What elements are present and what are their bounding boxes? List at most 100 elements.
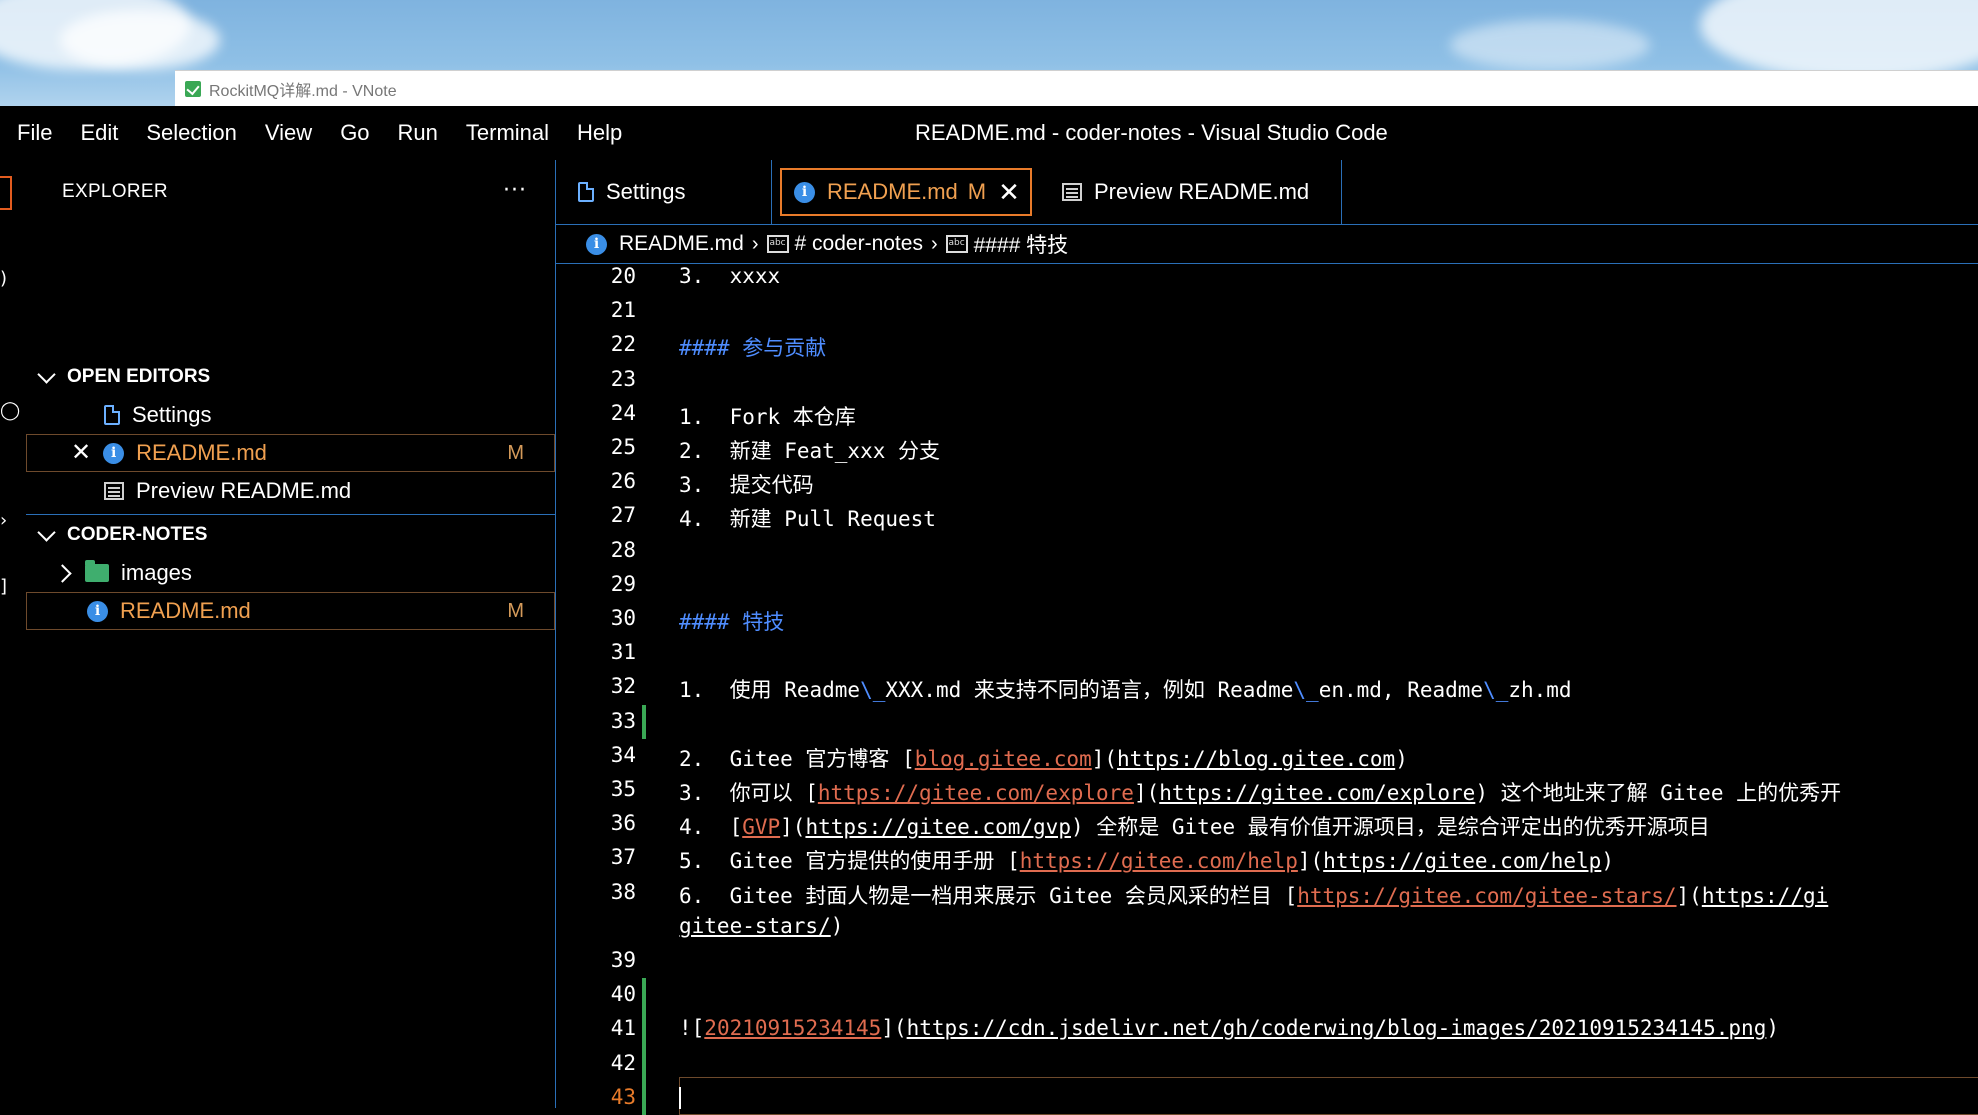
- open-editors-section[interactable]: OPEN EDITORS: [26, 358, 555, 396]
- menu-bar: File Edit Selection View Go Run Terminal…: [0, 106, 636, 160]
- explorer-activity-icon[interactable]: [0, 176, 12, 210]
- line-number: 26: [610, 469, 636, 494]
- open-editor-settings[interactable]: Settings: [26, 396, 555, 434]
- code-line[interactable]: 3. 你可以 [https://gitee.com/explore](https…: [679, 777, 1841, 807]
- vnote-window-title: RockitMQ详解.md - VNote: [209, 83, 397, 100]
- menu-help[interactable]: Help: [563, 106, 636, 160]
- line-number: 38: [610, 879, 636, 904]
- code-line[interactable]: #### 特技: [679, 606, 784, 636]
- settings-file-icon: [578, 182, 594, 202]
- chevron-right-icon: ›: [751, 232, 759, 255]
- line-number: 24: [610, 400, 636, 425]
- breadcrumb: i README.md › abc # coder-notes › abc ##…: [556, 225, 1978, 264]
- tree-item-label: README.md: [120, 598, 251, 623]
- more-actions-icon[interactable]: ···: [503, 178, 527, 203]
- code-line[interactable]: 4. 新建 Pull Request: [679, 503, 936, 533]
- settings-file-icon: [104, 405, 120, 425]
- coder-notes-section[interactable]: CODER-NOTES: [26, 516, 555, 554]
- tab-label: Preview README.md: [1094, 179, 1310, 204]
- menu-run[interactable]: Run: [384, 106, 452, 160]
- tab-bar: Settings i README.md M ✕ Preview README.…: [556, 160, 1978, 225]
- chevron-down-icon: [37, 522, 56, 542]
- menu-edit[interactable]: Edit: [66, 106, 132, 160]
- text-caret: [679, 1086, 681, 1109]
- info-icon: i: [586, 233, 607, 255]
- code-line[interactable]: ![20210915234145](https://cdn.jsdelivr.n…: [679, 1016, 1779, 1040]
- code-line[interactable]: 2. Gitee 官方博客 [blog.gitee.com](https://b…: [679, 743, 1408, 773]
- tree-item-images[interactable]: images: [26, 554, 555, 592]
- vnote-window-titlebar[interactable]: RockitMQ详解.md - VNote: [175, 70, 1978, 107]
- code-line[interactable]: #### 参与贡献: [679, 332, 826, 362]
- open-editor-label: Settings: [132, 402, 212, 427]
- activity-bar: ) ◯ › ]: [0, 160, 27, 1108]
- line-number: 35: [610, 777, 636, 801]
- open-editor-preview-readme[interactable]: Preview README.md: [26, 472, 555, 510]
- title-bar: File Edit Selection View Go Run Terminal…: [0, 106, 1978, 161]
- open-editors-label: OPEN EDITORS: [67, 366, 211, 387]
- images-folder-icon: [85, 560, 109, 582]
- menu-terminal[interactable]: Terminal: [452, 106, 563, 160]
- code-line[interactable]: 4. [GVP](https://gitee.com/gvp) 全称是 Gite…: [679, 811, 1710, 841]
- tab-settings[interactable]: Settings: [556, 160, 772, 224]
- gutter-change-marker[interactable]: [642, 978, 646, 1115]
- modified-badge: M: [967, 179, 987, 204]
- info-icon: i: [103, 442, 125, 464]
- code-line[interactable]: 3. xxxx: [679, 264, 780, 288]
- search-activity-icon[interactable]: ): [0, 268, 7, 289]
- explorer-sidebar: EXPLORER ··· OPEN EDITORS Settings ✕ i R…: [26, 160, 556, 1108]
- code-editor[interactable]: 20 3. xxxx 21 22 #### 参与贡献 23 24 1. Fork 本仓库 25 2…: [556, 264, 1978, 1115]
- info-icon: i: [87, 600, 108, 622]
- code-line[interactable]: gitee-stars/): [679, 914, 843, 938]
- tree-item-readme[interactable]: i README.md M: [26, 592, 555, 630]
- close-tab-icon[interactable]: ✕: [998, 177, 1020, 208]
- close-icon[interactable]: ✕: [71, 441, 91, 465]
- line-number: 21: [610, 298, 636, 323]
- breadcrumb-subheading[interactable]: #### 特技: [974, 229, 1069, 259]
- menu-selection[interactable]: Selection: [132, 106, 251, 160]
- line-number: 28: [610, 537, 636, 562]
- line-number: 43: [610, 1084, 636, 1109]
- window-title: README.md - coder-notes - Visual Studio …: [915, 120, 1388, 145]
- breadcrumb-file[interactable]: README.md: [619, 232, 744, 256]
- line-number: 41: [610, 1016, 636, 1041]
- open-editor-label: Preview README.md: [136, 478, 352, 503]
- line-number: 36: [610, 811, 636, 836]
- breadcrumb-heading[interactable]: # coder-notes: [795, 232, 923, 256]
- open-editor-readme[interactable]: ✕ i README.md M: [26, 434, 555, 472]
- line-number: 31: [610, 640, 636, 665]
- menu-file[interactable]: File: [0, 106, 66, 160]
- explorer-title: EXPLORER: [62, 181, 168, 202]
- line-number: 20: [610, 264, 636, 288]
- tab-preview-readme[interactable]: Preview README.md: [1040, 160, 1342, 224]
- line-number: 23: [610, 366, 636, 391]
- editor-area: Settings i README.md M ✕ Preview README.…: [556, 160, 1978, 1115]
- run-activity-icon[interactable]: ›: [0, 510, 7, 531]
- preview-icon: [104, 482, 124, 500]
- tab-readme[interactable]: i README.md M ✕: [780, 168, 1032, 216]
- code-line[interactable]: 6. Gitee 封面人物是一档用来展示 Gitee 会员风采的栏目 [http…: [679, 880, 1828, 910]
- menu-view[interactable]: View: [251, 106, 326, 160]
- code-line[interactable]: 1. Fork 本仓库: [679, 401, 856, 431]
- line-number: 30: [610, 606, 636, 630]
- code-line[interactable]: 3. 提交代码: [679, 469, 814, 499]
- current-line-highlight: [679, 1076, 1978, 1115]
- open-editor-label: README.md: [136, 440, 267, 465]
- line-number: 33: [610, 708, 636, 733]
- line-number: 25: [610, 435, 636, 459]
- string-symbol-icon: abc: [766, 235, 789, 253]
- modified-badge: M: [507, 599, 524, 622]
- chevron-right-icon: ›: [930, 232, 938, 255]
- code-line[interactable]: 1. 使用 Readme\_XXX.md 来支持不同的语言，例如 Readme\…: [679, 674, 1572, 704]
- line-number: 37: [610, 845, 636, 870]
- source-control-activity-icon[interactable]: ◯: [0, 400, 20, 421]
- line-number: 22: [610, 332, 636, 357]
- line-number: 27: [610, 503, 636, 528]
- menu-go[interactable]: Go: [326, 106, 383, 160]
- chevron-right-icon: [53, 563, 72, 583]
- code-line[interactable]: 2. 新建 Feat_xxx 分支: [679, 435, 940, 465]
- extensions-activity-icon[interactable]: ]: [0, 576, 7, 597]
- tab-label: README.md: [827, 179, 958, 204]
- gutter-change-marker[interactable]: [642, 704, 646, 739]
- code-line[interactable]: 5. Gitee 官方提供的使用手册 [https://gitee.com/he…: [679, 845, 1614, 875]
- line-number: 29: [610, 571, 636, 596]
